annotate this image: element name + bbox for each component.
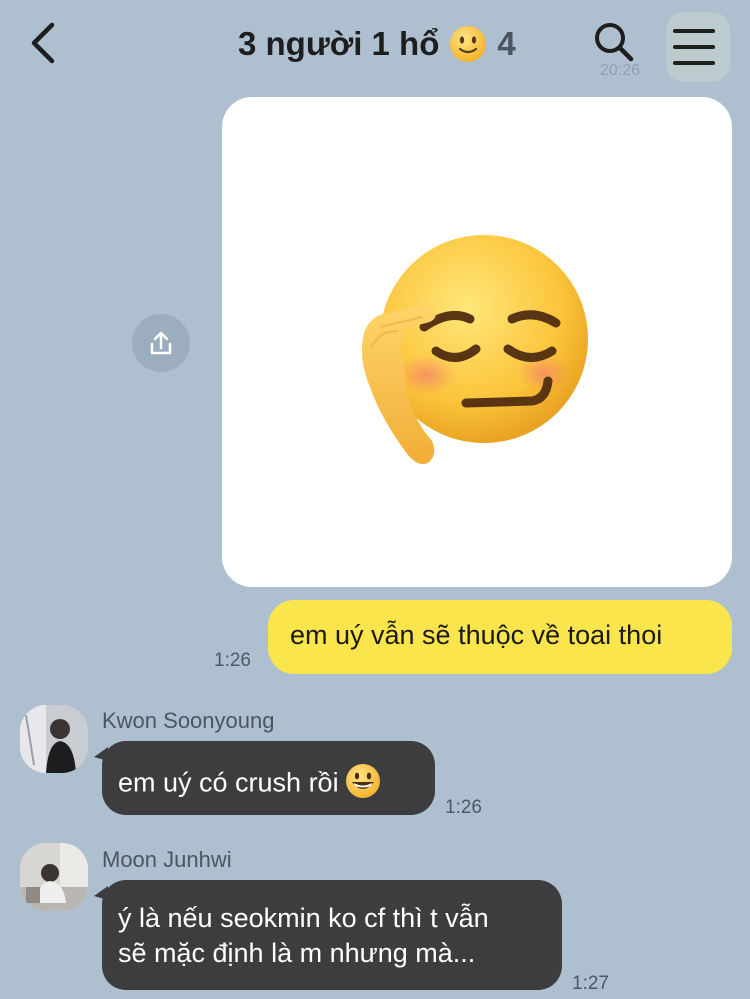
sender-name: Moon Junhwi	[102, 847, 232, 872]
message-bubble[interactable]: ý là nếu seokmin ko cf thì t vẫn sẽ mặc …	[94, 880, 562, 990]
chevron-left-icon	[31, 22, 55, 64]
relieved-smirk-emoji-sticker	[362, 235, 588, 464]
message-text: em uý có crush rồi	[118, 767, 339, 798]
back-button[interactable]	[22, 18, 66, 68]
message-text-line: sẽ mặc định là m nhưng mà...	[118, 938, 476, 968]
menu-button[interactable]	[666, 12, 730, 82]
search-button[interactable]	[592, 20, 636, 64]
chat-title[interactable]: 3 người 1 hổ 4	[238, 22, 516, 66]
message-bubble[interactable]: em uý có crush rồi	[94, 741, 435, 815]
message-time: 1:27	[572, 973, 609, 994]
sender-name: Kwon Soonyoung	[102, 708, 275, 733]
member-count: 4	[497, 25, 516, 62]
message-text-line: ý là nếu seokmin ko cf thì t vẫn	[118, 903, 489, 933]
chat-header: 3 người 1 hổ 4 20:26	[0, 0, 750, 86]
message-time: 1:26	[214, 650, 251, 671]
grinning-face-icon	[345, 763, 381, 806]
slightly-smiling-face-icon	[449, 25, 487, 63]
share-icon	[150, 331, 172, 355]
avatar[interactable]	[20, 705, 88, 773]
my-message-bubble[interactable]: em uý vẫn sẽ thuộc về toai thoi	[268, 600, 732, 674]
message-time: 1:26	[445, 797, 482, 818]
ghost-timestamp: 20:26	[600, 62, 641, 79]
avatar[interactable]	[20, 843, 88, 911]
search-icon	[595, 23, 634, 62]
chat-title-text: 3 người 1 hổ	[238, 25, 440, 62]
share-button[interactable]	[132, 314, 190, 372]
image-message[interactable]	[222, 97, 732, 587]
